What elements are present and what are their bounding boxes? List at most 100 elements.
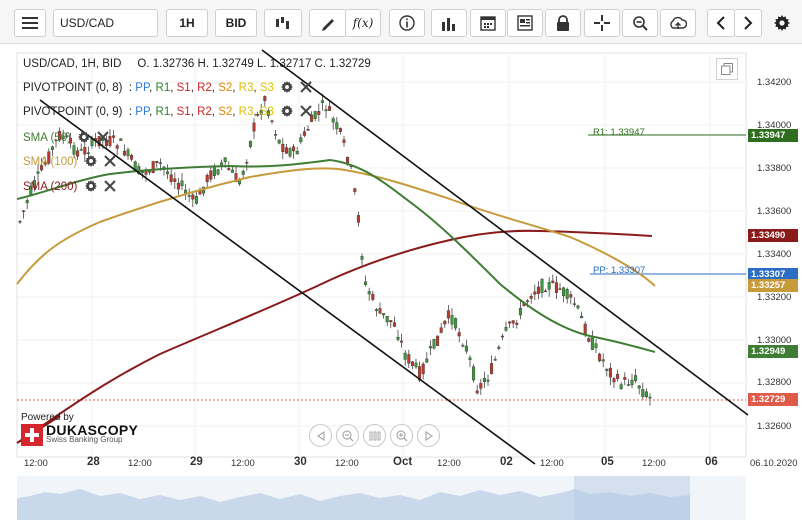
r3-tag: R3 [238,82,254,94]
zoom-out-button[interactable] [336,424,359,447]
candle-body [248,140,252,147]
candle-body [565,289,569,299]
candle-body [302,131,306,136]
sma-50-price-tag: 1.32949 [748,345,798,358]
candle-body [50,146,54,151]
volume-button[interactable] [431,9,467,37]
scroll-right-button[interactable] [734,9,762,37]
sma-100-legend: SMA (100) [21,155,118,168]
candle-body [223,157,227,163]
candle-body [572,303,576,305]
high-value: H. 1.32749 [197,58,254,70]
zoom-icon [633,16,648,31]
timeframe-selector[interactable]: 1H [166,9,208,37]
symbol-selector[interactable]: USD/CAD [53,9,158,37]
news-icon [517,15,533,31]
candle-body [554,282,558,293]
menu-button[interactable] [14,9,46,37]
info-icon [399,15,415,31]
zoom-button[interactable] [622,9,658,37]
candle-body [389,320,393,323]
candle-body [230,169,234,173]
candle-body [151,161,155,173]
overview-window[interactable] [574,476,690,520]
candle-body [130,155,134,160]
close-icon[interactable] [104,155,116,167]
candle-body [533,291,537,295]
gear-icon[interactable] [281,105,294,117]
candle-body [281,143,285,152]
info-button[interactable] [389,9,425,37]
gear-icon[interactable] [84,180,97,192]
candle-body [500,335,504,338]
settings-button[interactable] [767,9,797,37]
close-icon[interactable] [104,180,116,192]
candle-body [191,194,195,200]
chart-navigation [309,424,440,447]
close-icon[interactable] [97,131,110,143]
triangle-left-icon [316,430,325,441]
candle-body [212,166,216,176]
lock-button[interactable] [545,9,581,37]
candle-body [155,161,159,164]
time-tick-day: 29 [190,456,203,468]
candle-body [115,145,119,149]
candle-body [407,354,411,364]
candle-body [374,309,378,311]
candle-body [594,343,598,349]
close-icon[interactable] [300,81,312,93]
zoom-in-button[interactable] [390,424,413,447]
indicators-button[interactable]: f(x) [345,9,381,37]
upload-button[interactable] [660,9,696,37]
candle-body [324,109,328,112]
reset-zoom-button[interactable] [363,424,386,447]
lock-icon [557,15,569,31]
crosshair-button[interactable] [584,9,620,37]
candle-body [216,169,220,175]
candle-body [425,358,429,363]
hamburger-menu-icon [22,17,38,29]
price-tick: 1.33800 [757,163,792,174]
gear-icon[interactable] [84,155,97,167]
candle-body [331,118,335,123]
candle-body [126,149,130,157]
candle-body [320,100,324,104]
candle-type-button[interactable] [264,9,302,37]
calendar-button[interactable] [470,9,506,37]
draw-button[interactable] [309,9,347,37]
scroll-left-button[interactable] [707,9,735,37]
candle-body [443,320,447,325]
chart-area[interactable]: USD/CAD, 1H, BID O. 1.32736 H. 1.32749 L… [0,44,802,521]
expand-button[interactable] [716,58,738,80]
bid-ask-selector[interactable]: BID [215,9,257,37]
scroll-forward-button[interactable] [417,424,440,447]
toolbar: USD/CAD 1H BID f(x) [0,0,802,44]
open-value: O. 1.32736 [137,58,195,70]
gear-icon[interactable] [78,131,91,143]
dukascopy-logo-icon [21,424,43,446]
sma-200-price-tag: 1.33490 [748,229,798,242]
zoom-out-icon [341,429,353,441]
candle-body [245,162,249,164]
timeframe-text: 1H [179,16,195,30]
candle-body [364,281,368,285]
candle-body [601,359,605,362]
scroll-back-button[interactable] [309,424,332,447]
function-icon: f(x) [352,16,374,30]
close-icon[interactable] [300,105,312,117]
candle-body [468,357,472,360]
news-button[interactable] [507,9,543,37]
candle-body [400,340,404,343]
r1-tag: R1 [155,82,171,94]
gear-icon[interactable] [281,81,294,93]
time-tick: 12:00 [642,458,666,469]
candle-body [263,96,267,101]
arrow-left-icon [716,16,725,30]
time-tick: 12:00 [540,458,564,469]
triangle-right-icon [424,430,433,441]
s3-tag: S3 [259,82,274,94]
candle-body [227,168,231,171]
candle-body [446,310,450,319]
candle-body [356,215,360,223]
s1-tag: S1 [176,106,191,118]
